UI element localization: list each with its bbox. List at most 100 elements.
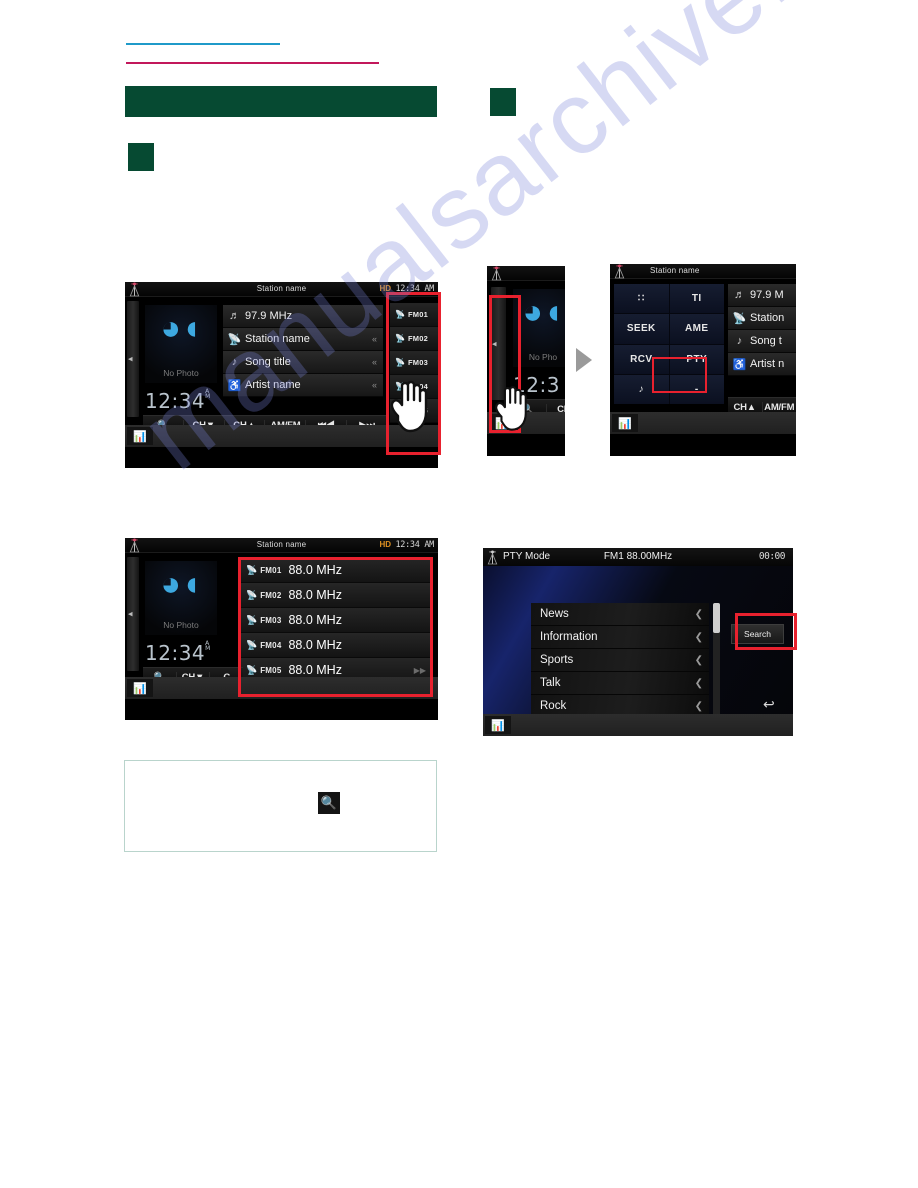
panel3-preset-row-2[interactable]: 📡 FM02 88.0 MHz xyxy=(240,583,432,608)
panel3-preset-row-4[interactable]: 📡 FM04 88.0 MHz xyxy=(240,633,432,658)
panel2b-frequency-text: 97.9 M xyxy=(750,289,784,301)
panel3-bottom-tray xyxy=(125,677,438,699)
antenna-icon xyxy=(614,264,625,279)
panel2b-info-row-station[interactable]: 📡 Station xyxy=(728,307,796,330)
fn-button-seek[interactable]: SEEK xyxy=(614,314,669,344)
station-icon: 📡 xyxy=(395,310,405,319)
station-icon: 📡 xyxy=(246,589,258,600)
panel3-next-icon[interactable]: ▶▶ xyxy=(414,666,426,675)
song-icon: ♪ xyxy=(736,335,743,347)
panel3-no-photo-label: No Photo xyxy=(163,620,199,630)
panel2a-volume-rail[interactable]: ◂ xyxy=(491,287,506,400)
back-arrow-icon[interactable]: ↩ xyxy=(763,696,775,713)
panel1-preset-fm02[interactable]: 📡 FM02 xyxy=(390,327,438,351)
fn-button-list[interactable]: ∷ xyxy=(614,284,669,314)
panel3-preset-row-1[interactable]: 📡 FM01 88.0 MHz xyxy=(240,558,432,583)
panel1-preset-fm05[interactable]: 📡 FM05 xyxy=(390,399,438,423)
frequency-icon: ♬ xyxy=(229,310,240,322)
panel1-info-row-song[interactable]: ♪ Song title « xyxy=(223,351,383,374)
panel1-artist-text: Artist name xyxy=(245,379,301,391)
panel3-big-clock-time: 12:34 xyxy=(145,641,206,665)
pty-search-button[interactable]: Search xyxy=(731,624,784,644)
antenna-icon xyxy=(491,266,502,281)
panel2b-info-list: ♬ 97.9 M 📡 Station ♪ Song t ♿ Artist n xyxy=(728,284,796,376)
panel3-ampm-m: M xyxy=(205,645,211,653)
chevron-left-icon: ❮ xyxy=(694,631,703,643)
step-marker-chip-left xyxy=(117,132,154,171)
panel1-preset-fm01[interactable]: 📡 FM01 xyxy=(390,303,438,327)
station-icon: 📡 xyxy=(395,334,405,343)
pty-item-information[interactable]: Information ❮ xyxy=(531,626,709,649)
panel1-big-clock-time: 12:34 xyxy=(145,389,206,413)
screenshot-radio-main: Station name HD 12:34 AM ◂ ◕◖ No Photo 1… xyxy=(125,282,438,468)
panel2b-function-grid: ∷ TI SEEK AME RCV PTY ♪ - xyxy=(614,284,724,404)
artist-icon: ♿ xyxy=(732,358,747,371)
panel4-frequency: FM1 88.00MHz xyxy=(603,551,673,562)
panel4-scrollbar-thumb[interactable] xyxy=(713,603,720,633)
fn-button-blank[interactable]: - xyxy=(669,374,724,404)
pty-item-talk[interactable]: Talk ❮ xyxy=(531,672,709,695)
frequency-icon: ♬ xyxy=(734,289,745,301)
panel2b-ch-up-button[interactable]: CH▲ xyxy=(728,401,763,413)
panel2a-big-clock: 12:3 xyxy=(513,373,560,397)
radio-wave-icon: ◕◖ xyxy=(522,293,564,331)
fn-button-ti[interactable]: TI xyxy=(669,284,724,314)
station-icon: 📡 xyxy=(246,639,258,650)
panel4-pty-list: News ❮ Information ❮ Sports ❮ Talk ❮ Roc… xyxy=(531,603,709,718)
chevron-left-icon: ❮ xyxy=(694,654,703,666)
station-icon: 📡 xyxy=(246,664,258,675)
panel4-scrollbar[interactable] xyxy=(713,603,720,718)
song-icon: ♪ xyxy=(231,356,238,368)
fn-button-music[interactable]: ♪ xyxy=(614,374,669,404)
equalizer-icon[interactable]: 📊 xyxy=(489,414,515,432)
fn-button-ame[interactable]: AME xyxy=(669,314,724,344)
panel3-status-bar: Station name HD 12:34 AM xyxy=(125,538,438,553)
panel1-preset-fm04[interactable]: 📡 FM04 xyxy=(390,375,438,399)
station-icon: 📡 xyxy=(246,614,258,625)
panel2b-info-row-frequency[interactable]: ♬ 97.9 M xyxy=(728,284,796,307)
pty-item-sports[interactable]: Sports ❮ xyxy=(531,649,709,672)
fn-button-rcv[interactable]: RCV xyxy=(614,344,669,374)
hd-radio-badge: HD xyxy=(379,284,391,293)
pty-item-news[interactable]: News ❮ xyxy=(531,603,709,626)
hd-radio-badge: HD xyxy=(379,540,391,549)
panel1-info-row-artist[interactable]: ♿ Artist name « xyxy=(223,374,383,397)
equalizer-icon[interactable]: 📊 xyxy=(485,716,511,734)
breadcrumb-rule-blue xyxy=(126,43,280,45)
panel2b-info-row-song[interactable]: ♪ Song t xyxy=(728,330,796,353)
panel1-volume-rail[interactable]: ◂ xyxy=(127,301,139,417)
station-icon: 📡 xyxy=(395,406,405,415)
fn-button-pty[interactable]: PTY xyxy=(669,344,724,374)
station-icon: 📡 xyxy=(227,333,242,346)
panel1-artist-scroll: « xyxy=(371,380,377,390)
panel1-station-text: Station name xyxy=(245,333,310,345)
panel1-station-scroll: « xyxy=(371,334,377,344)
equalizer-icon[interactable]: 📊 xyxy=(127,679,153,697)
panel2a-no-photo-label: No Pho xyxy=(528,352,558,362)
equalizer-icon[interactable]: 📊 xyxy=(612,414,638,432)
equalizer-icon[interactable]: 📊 xyxy=(127,427,153,445)
search-icon: 🔍 xyxy=(318,792,340,814)
panel1-info-row-frequency[interactable]: ♬ 97.9 MHz xyxy=(223,305,383,328)
panel2b-amfm-button[interactable]: AM/FM xyxy=(763,402,797,413)
panel1-info-row-station[interactable]: 📡 Station name « xyxy=(223,328,383,351)
panel4-status-bar: PTY Mode FM1 88.00MHz 00:00 xyxy=(483,548,793,566)
chevron-left-icon: ❮ xyxy=(694,700,703,712)
step-flow-arrow xyxy=(576,348,592,372)
panel3-volume-rail[interactable]: ◂ xyxy=(127,557,139,671)
panel2b-status-bar: Station name xyxy=(610,264,796,279)
screenshot-rail-step: ◂ ◕◖ No Pho 12:3 🔍 CH 📊 xyxy=(487,266,565,456)
panel3-preset-row-3[interactable]: 📡 FM03 88.0 MHz xyxy=(240,608,432,633)
station-icon: 📡 xyxy=(246,564,258,575)
artist-icon: ♿ xyxy=(227,379,242,392)
panel2b-info-row-artist[interactable]: ♿ Artist n xyxy=(728,353,796,376)
chevron-left-icon: ❮ xyxy=(694,677,703,689)
screenshot-function-menu: Station name ∷ TI SEEK AME RCV PTY ♪ - ♬… xyxy=(610,264,796,456)
panel2b-song-text: Song t xyxy=(750,335,782,347)
panel1-big-clock: 12:34A M xyxy=(145,389,211,414)
panel1-info-list: ♬ 97.9 MHz 📡 Station name « ♪ Song title… xyxy=(223,305,383,397)
station-icon: 📡 xyxy=(395,358,405,367)
radio-wave-icon: ◕◖ xyxy=(160,309,202,347)
panel1-preset-fm03[interactable]: 📡 FM03 xyxy=(390,351,438,375)
speaker-icon: ◂ xyxy=(128,353,133,364)
